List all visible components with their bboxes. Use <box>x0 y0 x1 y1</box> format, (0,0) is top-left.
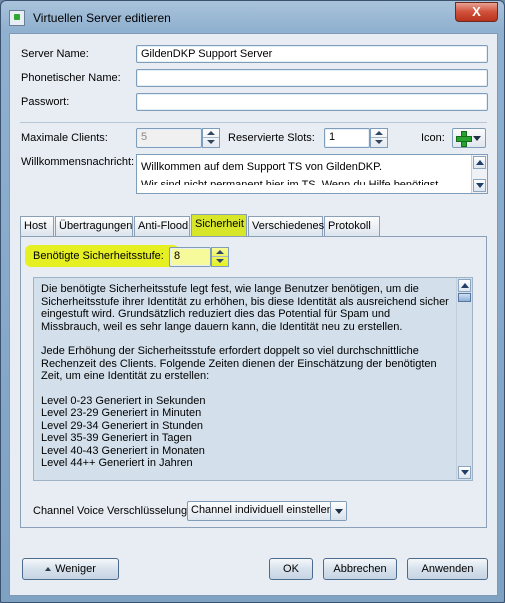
server-icon-picker[interactable] <box>452 128 486 148</box>
teamspeak-app-icon <box>9 10 25 26</box>
welcome-message-textarea[interactable]: Willkommen auf dem Support TS von Gilden… <box>136 154 488 194</box>
scroll-up-icon[interactable] <box>473 156 486 169</box>
phonetic-name-input[interactable] <box>136 69 488 87</box>
voice-encryption-select[interactable]: Channel individuell einstellen <box>187 501 347 521</box>
tab-uebertragungen[interactable]: Übertragungen <box>55 216 133 236</box>
security-description: Die benötigte Sicherheitsstufe legt fest… <box>33 277 473 481</box>
welcome-scrollbar[interactable] <box>471 155 487 193</box>
reserved-slots-input[interactable]: 1 <box>324 128 370 148</box>
voice-encryption-label: Channel Voice Verschlüsselung: <box>33 505 191 517</box>
voice-encryption-value: Channel individuell einstellen <box>191 504 333 516</box>
close-button[interactable]: X <box>455 2 498 22</box>
level-line: Level 23-29 Generiert in Minuten <box>41 407 202 419</box>
tab-protokoll[interactable]: Protokoll <box>324 216 380 236</box>
server-name-input[interactable]: GildenDKP Support Server <box>136 45 488 63</box>
tab-host[interactable]: Host <box>20 216 54 236</box>
security-description-text: Die benötigte Sicherheitsstufe legt fest… <box>41 283 451 470</box>
chevron-down-icon[interactable] <box>330 502 346 520</box>
ok-button[interactable]: OK <box>269 558 313 580</box>
scroll-up-icon[interactable] <box>458 279 471 292</box>
scroll-thumb[interactable] <box>458 293 471 302</box>
spinner-down-icon[interactable] <box>203 138 219 147</box>
scroll-down-icon[interactable] <box>458 466 471 479</box>
reserved-slots-label: Reservierte Slots: <box>228 132 315 144</box>
welcome-message-text: Willkommen auf dem Support TS von Gilden… <box>141 158 467 185</box>
less-button-label: Weniger <box>55 563 96 575</box>
chevron-up-icon <box>45 567 52 571</box>
window-title: Virtuellen Server editieren <box>33 11 171 25</box>
dialog-window: Virtuellen Server editieren X Server Nam… <box>0 0 505 603</box>
level-line: Level 0-23 Generiert in Sekunden <box>41 394 206 407</box>
title-bar[interactable]: Virtuellen Server editieren X <box>1 1 504 33</box>
divider <box>20 122 487 123</box>
welcome-line-2: Wir sind nicht permanent hier im TS. Wen… <box>141 179 439 185</box>
tab-verschiedenes[interactable]: Verschiedenes <box>248 216 324 236</box>
chevron-down-icon <box>473 136 481 141</box>
plus-icon <box>456 131 472 147</box>
description-scrollbar[interactable] <box>456 278 472 480</box>
max-clients-input[interactable]: 5 <box>136 128 202 148</box>
security-level-input[interactable]: 8 <box>169 247 211 267</box>
less-button[interactable]: Weniger <box>22 558 119 580</box>
security-tab-panel: Benötigte Sicherheitsstufe: 8 Die benöti… <box>20 236 487 528</box>
security-level-label: Benötigte Sicherheitsstufe: <box>33 250 164 262</box>
spinner-down-icon[interactable] <box>371 138 387 147</box>
spinner-down-icon[interactable] <box>212 257 228 266</box>
tab-sicherheit[interactable]: Sicherheit <box>191 214 247 236</box>
description-paragraph-1: Die benötigte Sicherheitsstufe legt fest… <box>41 283 449 333</box>
security-level-spinner[interactable] <box>211 247 229 267</box>
password-input[interactable] <box>136 93 488 111</box>
server-name-label: Server Name: <box>21 48 89 60</box>
max-clients-spinner[interactable] <box>202 128 220 148</box>
level-line: Level 44++ Generiert in Jahren <box>41 457 193 469</box>
level-line: Level 29-34 Generiert in Stunden <box>41 419 204 432</box>
level-line: Level 40-43 Generiert in Monaten <box>41 444 205 457</box>
cancel-button[interactable]: Abbrechen <box>323 558 397 580</box>
description-paragraph-2: Jede Erhöhung der Sicherheitsstufe erfor… <box>41 345 437 382</box>
spinner-up-icon[interactable] <box>371 129 387 138</box>
scroll-down-icon[interactable] <box>473 179 486 192</box>
dialog-body: Server Name: GildenDKP Support Server Ph… <box>9 33 498 596</box>
tab-anti-flood[interactable]: Anti-Flood <box>134 216 190 236</box>
spinner-up-icon[interactable] <box>203 129 219 138</box>
welcome-line-1: Willkommen auf dem Support TS von Gilden… <box>141 161 383 173</box>
apply-button[interactable]: Anwenden <box>407 558 488 580</box>
level-line: Level 35-39 Generiert in Tagen <box>41 432 192 444</box>
password-label: Passwort: <box>21 96 70 108</box>
welcome-message-label: Willkommensnachricht: <box>21 156 135 168</box>
max-clients-label: Maximale Clients: <box>21 132 108 144</box>
spinner-up-icon[interactable] <box>212 248 228 257</box>
reserved-slots-spinner[interactable] <box>370 128 388 148</box>
icon-label: Icon: <box>421 132 445 144</box>
phonetic-name-label: Phonetischer Name: <box>21 72 121 84</box>
